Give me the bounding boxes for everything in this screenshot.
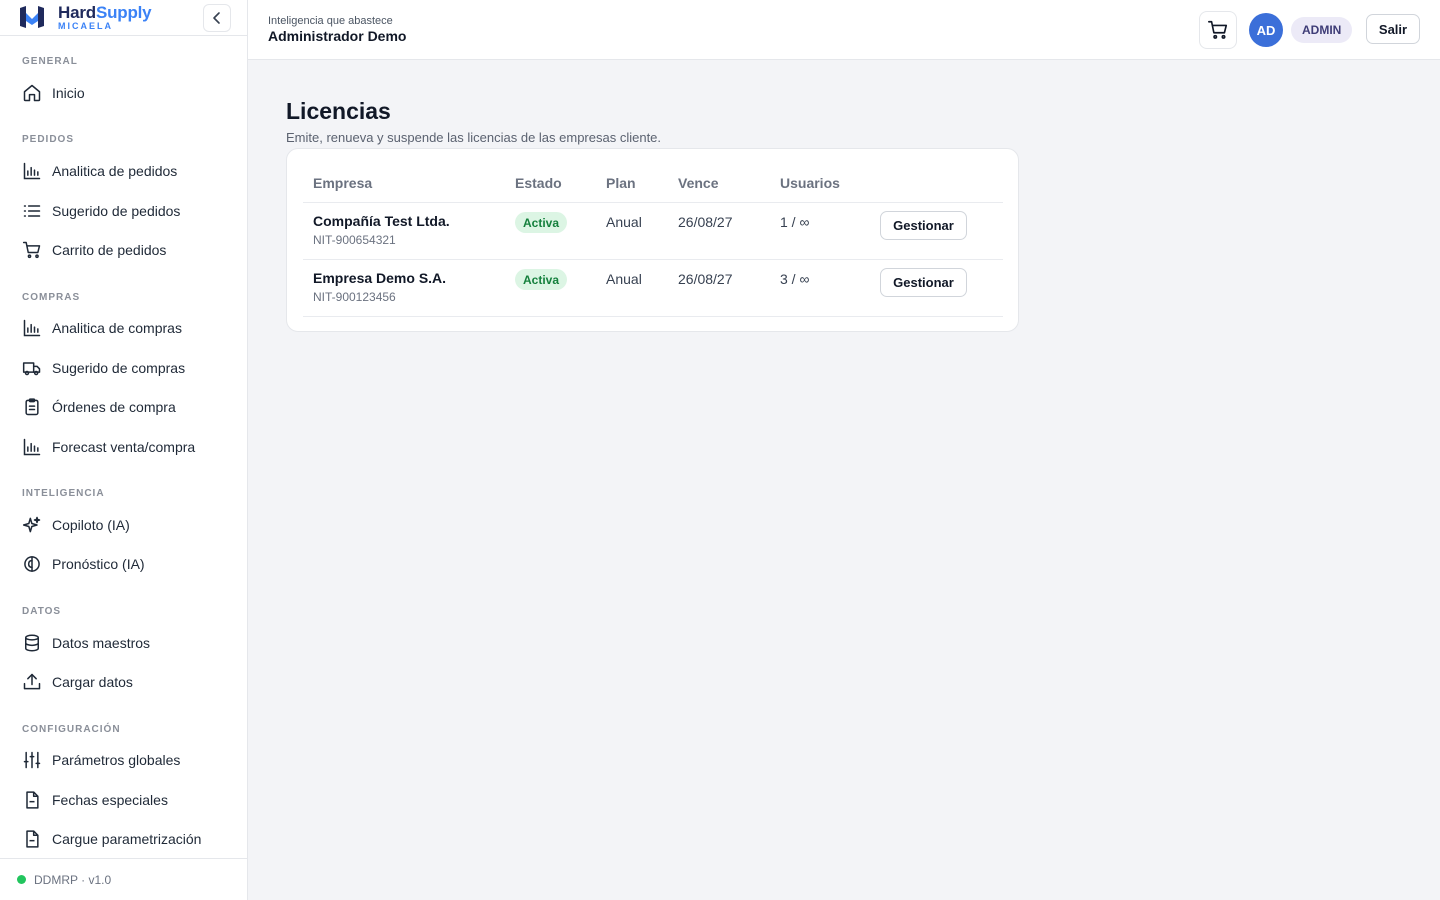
brand-name-part1: Hard bbox=[58, 3, 96, 22]
tagline: Inteligencia que abastece bbox=[268, 15, 393, 27]
brand-header: HardSupply MICAELA bbox=[0, 0, 247, 36]
sidebar-item-sugerido-pedidos[interactable]: Sugerido de pedidos bbox=[10, 194, 236, 228]
sidebar-item-label: Carrito de pedidos bbox=[52, 242, 167, 258]
cart-icon bbox=[1208, 20, 1228, 39]
file-icon bbox=[26, 830, 39, 848]
page-subtitle: Emite, renueva y suspende las licencias … bbox=[286, 130, 662, 145]
upload-icon bbox=[23, 673, 41, 690]
user-name: Administrador Demo bbox=[268, 28, 407, 44]
bar-chart-icon bbox=[23, 438, 41, 456]
company-nit: NIT-900123456 bbox=[313, 290, 396, 304]
truck-icon bbox=[22, 362, 41, 376]
section-label-compras: COMPRAS bbox=[22, 292, 81, 303]
sparkles-icon bbox=[22, 516, 41, 533]
sidebar-item-sugerido-compras[interactable]: Sugerido de compras bbox=[10, 351, 236, 385]
column-header-vence[interactable]: Vence bbox=[678, 175, 718, 191]
clipboard-icon bbox=[25, 398, 39, 416]
logout-button[interactable]: Salir bbox=[1366, 14, 1420, 44]
company-name: Empresa Demo S.A. bbox=[313, 270, 447, 286]
sidebar-item-label: Cargue parametrización bbox=[52, 831, 202, 847]
avatar[interactable]: AD bbox=[1249, 13, 1283, 47]
plan-cell: Anual bbox=[606, 271, 642, 287]
sidebar-item-label: Analitica de compras bbox=[52, 320, 182, 336]
database-icon bbox=[25, 634, 39, 652]
brain-icon bbox=[24, 556, 40, 572]
status-badge: Activa bbox=[515, 269, 568, 290]
table-row: Compañía Test Ltda. NIT-900654321 Activa… bbox=[303, 203, 1003, 260]
sidebar-item-carrito-pedidos[interactable]: Carrito de pedidos bbox=[10, 233, 236, 267]
brand-subtitle: MICAELA bbox=[58, 21, 113, 31]
cart-button[interactable] bbox=[1199, 11, 1237, 49]
plan-cell: Anual bbox=[606, 214, 642, 230]
sidebar-item-label: Cargar datos bbox=[52, 674, 133, 690]
sidebar-item-fechas-especiales[interactable]: Fechas especiales bbox=[10, 783, 236, 817]
expiry-cell: 26/08/27 bbox=[678, 214, 733, 230]
sidebar-item-label: Analitica de pedidos bbox=[52, 163, 178, 179]
file-icon bbox=[26, 791, 39, 809]
sidebar-item-ordenes-compra[interactable]: Órdenes de compra bbox=[10, 390, 236, 424]
chevron-left-icon bbox=[213, 12, 220, 24]
version-label: DDMRP · v1.0 bbox=[34, 872, 112, 887]
sidebar-item-cargar-datos[interactable]: Cargar datos bbox=[10, 665, 236, 699]
company-name: Compañía Test Ltda. bbox=[313, 213, 450, 229]
section-label-configuracion: CONFIGURACIÓN bbox=[22, 724, 121, 735]
licenses-table-card: Empresa Estado Plan Vence Usuarios Compa… bbox=[286, 148, 1019, 332]
sidebar-item-label: Pronóstico (IA) bbox=[52, 556, 145, 572]
sidebar-item-label: Fechas especiales bbox=[52, 792, 168, 808]
home-icon bbox=[23, 84, 41, 102]
sliders-icon bbox=[23, 751, 41, 769]
sidebar-item-label: Inicio bbox=[52, 85, 85, 101]
cart-icon bbox=[22, 241, 41, 259]
bar-chart-icon bbox=[23, 162, 41, 180]
sidebar-footer: DDMRP · v1.0 bbox=[0, 858, 247, 900]
table-row: Empresa Demo S.A. NIT-900123456 Activa A… bbox=[303, 260, 1003, 317]
topbar: Inteligencia que abastece Administrador … bbox=[248, 0, 1440, 60]
list-icon bbox=[23, 205, 41, 217]
sidebar-item-copiloto[interactable]: Copiloto (IA) bbox=[10, 508, 236, 542]
collapse-sidebar-button[interactable] bbox=[203, 4, 231, 32]
users-cell: 1 / ∞ bbox=[780, 214, 810, 230]
page-title: Licencias bbox=[286, 98, 391, 124]
expiry-cell: 26/08/27 bbox=[678, 271, 733, 287]
users-cell: 3 / ∞ bbox=[780, 271, 810, 287]
sidebar-item-forecast[interactable]: Forecast venta/compra bbox=[10, 430, 236, 464]
sidebar-item-label: Forecast venta/compra bbox=[52, 439, 196, 455]
role-badge: ADMIN bbox=[1291, 17, 1353, 43]
table-header: Empresa Estado Plan Vence Usuarios bbox=[303, 167, 1003, 203]
section-label-pedidos: PEDIDOS bbox=[22, 134, 75, 145]
column-header-plan[interactable]: Plan bbox=[606, 175, 636, 191]
section-label-inteligencia: INTELIGENCIA bbox=[22, 488, 105, 499]
sidebar-item-cargue-parametrizacion[interactable]: Cargue parametrización bbox=[10, 822, 236, 856]
section-label-datos: DATOS bbox=[22, 606, 62, 617]
sidebar-item-label: Datos maestros bbox=[52, 635, 151, 651]
status-dot bbox=[17, 875, 26, 884]
section-label-general: GENERAL bbox=[22, 56, 78, 67]
column-header-usuarios[interactable]: Usuarios bbox=[780, 175, 840, 191]
status-badge: Activa bbox=[515, 212, 568, 233]
sidebar: HardSupply MICAELA GENERAL Inicio PEDIDO… bbox=[0, 0, 248, 900]
sidebar-item-analitica-compras[interactable]: Analitica de compras bbox=[10, 311, 236, 345]
sidebar-item-pronostico[interactable]: Pronóstico (IA) bbox=[10, 547, 236, 581]
sidebar-item-datos-maestros[interactable]: Datos maestros bbox=[10, 626, 236, 660]
sidebar-item-inicio[interactable]: Inicio bbox=[10, 76, 236, 110]
manage-button[interactable]: Gestionar bbox=[880, 211, 967, 240]
column-header-estado[interactable]: Estado bbox=[515, 175, 562, 191]
sidebar-item-label: Sugerido de pedidos bbox=[52, 203, 181, 219]
bar-chart-icon bbox=[23, 319, 41, 337]
hardsupply-logo-icon[interactable] bbox=[19, 5, 45, 29]
sidebar-item-analitica-pedidos[interactable]: Analitica de pedidos bbox=[10, 154, 236, 188]
sidebar-item-label: Sugerido de compras bbox=[52, 360, 186, 376]
brand-name-part2: Supply bbox=[95, 3, 152, 22]
sidebar-item-label: Parámetros globales bbox=[52, 752, 181, 768]
column-header-empresa[interactable]: Empresa bbox=[313, 175, 372, 191]
sidebar-item-parametros-globales[interactable]: Parámetros globales bbox=[10, 743, 236, 777]
brand-name: HardSupply bbox=[58, 3, 152, 23]
sidebar-item-label: Copiloto (IA) bbox=[52, 517, 130, 533]
manage-button[interactable]: Gestionar bbox=[880, 268, 967, 297]
company-nit: NIT-900654321 bbox=[313, 233, 396, 247]
sidebar-item-label: Órdenes de compra bbox=[52, 399, 176, 415]
